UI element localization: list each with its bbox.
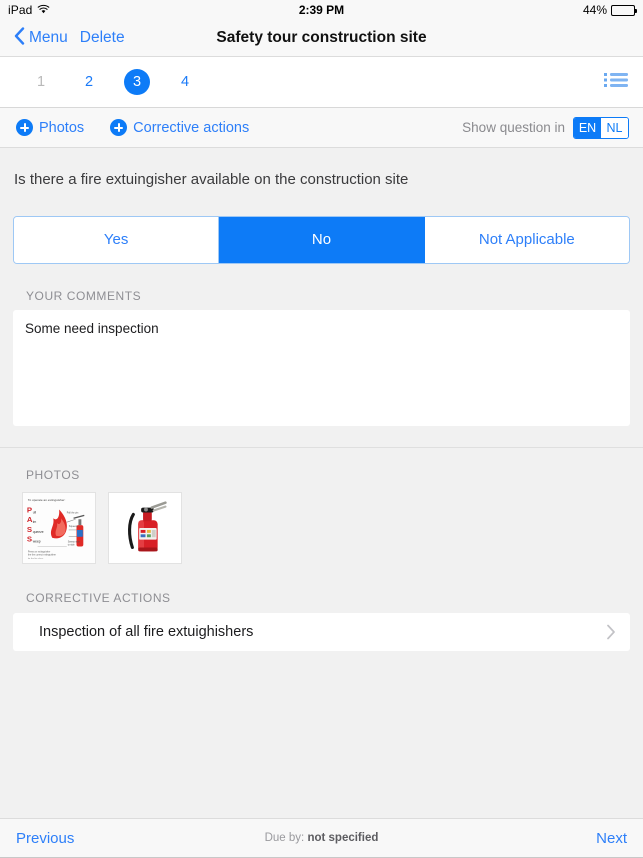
ipad-screen: iPad 2:39 PM 44% Menu Delete Safety tour… [0,0,643,858]
answer-segmented-control: Yes No Not Applicable [13,215,630,264]
chevron-right-icon [606,624,616,640]
svg-text:Squeeze: Squeeze [69,526,79,528]
comments-section-label: YOUR COMMENTS [26,288,142,303]
photo-thumbnail-list: To operate an extinguisher: P ull A im S… [0,482,643,564]
question-text: Is there a fire extuingisher available o… [14,171,409,188]
svg-text:Press on extinguisher: Press on extinguisher [28,550,51,553]
due-by-label: Due by: [264,832,305,844]
svg-text:for the fire class.: for the fire class. [28,557,44,560]
fire-extinguisher-pass-diagram-photo: To operate an extinguisher: P ull A im S… [23,492,95,563]
due-by-info: Due by: not specified [0,832,643,844]
svg-text:ull: ull [33,510,37,514]
list-bullet-icon [603,70,629,95]
navigation-bar-left: Menu Delete [14,26,125,50]
language-switcher: Show question in EN NL [462,116,629,139]
svg-text:S: S [27,524,32,533]
status-bar: iPad 2:39 PM 44% [0,0,643,20]
bottom-toolbar: Previous Due by: not specified Next [0,818,643,858]
language-option-en[interactable]: EN [574,117,601,138]
question-content-area: Is there a fire extuingisher available o… [0,148,643,818]
svg-text:To operate an extinguisher:: To operate an extinguisher: [28,497,66,501]
corrective-action-row[interactable]: Inspection of all fire extuighishers [13,612,630,651]
navigation-bar: Menu Delete Safety tour construction sit… [0,20,643,57]
page-pagination-bar: 1 2 3 4 [0,57,643,108]
svg-text:Sweep side: Sweep side [68,541,81,543]
status-bar-right: 44% [582,3,637,17]
battery-percent-label: 44% [582,3,607,17]
language-option-nl[interactable]: NL [601,117,628,138]
answer-option-no[interactable]: No [219,216,425,263]
svg-text:S: S [27,534,32,543]
add-photos-label: Photos [39,119,85,136]
section-divider [0,446,643,448]
answer-option-yes[interactable]: Yes [14,216,220,263]
add-corrective-actions-button[interactable]: Corrective actions [110,119,249,136]
corrective-action-title: Inspection of all fire extuighishers [39,623,254,640]
plus-circle-icon [110,119,128,136]
svg-text:P: P [27,505,32,514]
status-clock: 2:39 PM [298,3,345,17]
page-number-1[interactable]: 1 [28,69,54,95]
add-corrective-actions-label: Corrective actions [133,119,250,136]
list-overview-button[interactable] [603,70,629,95]
photos-section-label: PHOTOS [26,467,80,482]
due-by-value: not specified [307,832,379,844]
svg-text:im: im [33,520,37,524]
corrective-actions-section-label: CORRECTIVE ACTIONS [26,590,171,605]
answer-option-not-applicable[interactable]: Not Applicable [424,216,629,263]
menu-back-button[interactable]: Menu [14,26,68,50]
delete-button[interactable]: Delete [80,29,125,47]
photo-thumbnail-pass-diagram[interactable]: To operate an extinguisher: P ull A im S… [22,491,96,564]
add-photos-button[interactable]: Photos [16,119,84,136]
status-device-label: iPad [8,3,33,17]
status-bar-left: iPad [8,3,50,17]
plus-circle-icon [16,119,33,136]
page-number-list: 1 2 3 4 [28,69,198,95]
svg-text:weep: weep [33,539,41,543]
page-number-2[interactable]: 2 [76,69,102,95]
svg-text:queeze: queeze [33,529,44,533]
comments-input[interactable]: Some need inspection [13,309,630,426]
photos-section: PHOTOS To operate an extinguisher: P ull… [0,468,643,564]
comments-section: YOUR COMMENTS Some need inspection [0,289,643,426]
language-prompt-label: Show question in [462,120,565,135]
svg-text:to side: to side [68,543,76,546]
page-number-4[interactable]: 4 [172,69,198,95]
svg-text:the the correct extinguisher: the the correct extinguisher [28,553,56,556]
chevron-left-icon [14,26,25,50]
wifi-icon [37,3,50,17]
menu-back-label: Menu [29,29,68,46]
language-segmented-control: EN NL [573,116,629,139]
previous-button[interactable]: Previous [16,830,74,847]
attachment-action-bar: Photos Corrective actions Show question … [0,108,643,148]
corrective-actions-section: CORRECTIVE ACTIONS Inspection of all fir… [0,591,643,651]
fire-extinguisher-photo [109,492,181,563]
svg-text:Pull the pin: Pull the pin [67,511,79,514]
next-button[interactable]: Next [596,830,627,847]
page-number-3[interactable]: 3 [124,69,150,95]
battery-icon [611,4,637,16]
photo-thumbnail-extinguisher[interactable] [108,491,182,564]
